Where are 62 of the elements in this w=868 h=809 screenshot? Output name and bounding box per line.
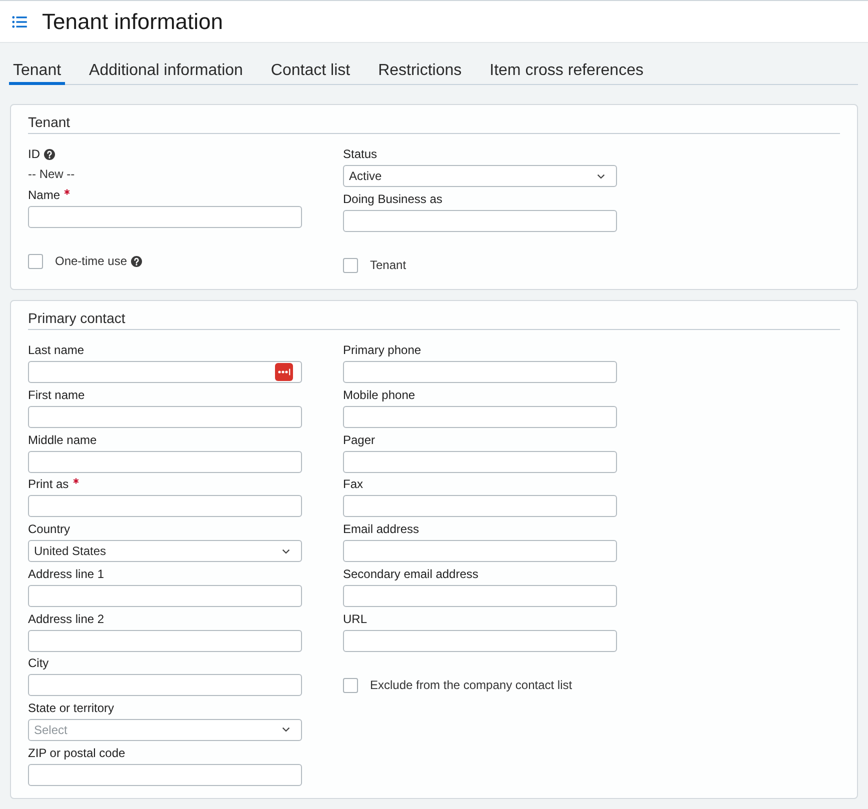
text-input[interactable] bbox=[28, 584, 302, 607]
field-value: -- New -- bbox=[28, 166, 75, 183]
field-label: Country bbox=[28, 522, 70, 538]
field-label: Name bbox=[28, 188, 60, 203]
text-input[interactable] bbox=[343, 406, 617, 428]
section-title: Tenant bbox=[28, 113, 72, 132]
field-label: Fax bbox=[343, 477, 364, 492]
text-input[interactable] bbox=[28, 450, 302, 473]
field-label: Middle name bbox=[28, 432, 97, 448]
field-label: Email address bbox=[343, 522, 420, 538]
text-input[interactable] bbox=[28, 630, 302, 652]
text-input[interactable] bbox=[28, 406, 302, 428]
checkbox[interactable] bbox=[343, 258, 358, 274]
checkbox-label: Tenant bbox=[370, 258, 406, 274]
text-input[interactable] bbox=[343, 540, 617, 562]
text-input[interactable] bbox=[343, 584, 617, 607]
menu-icon[interactable] bbox=[12, 16, 27, 28]
chevron-down-icon bbox=[282, 727, 290, 732]
help-icon[interactable] bbox=[44, 149, 55, 160]
field-label: Mobile phone bbox=[343, 388, 416, 404]
field-label: Address line 1 bbox=[28, 566, 104, 582]
field-label: Status bbox=[343, 147, 378, 162]
field-label: Last name bbox=[28, 343, 84, 358]
checkbox[interactable] bbox=[28, 254, 43, 270]
tab[interactable]: Tenant bbox=[9, 59, 66, 85]
chevron-down-icon bbox=[282, 548, 290, 554]
field-label: Secondary email address bbox=[343, 566, 478, 582]
checkbox-label: Exclude from the company contact list bbox=[370, 678, 572, 694]
field-label: First name bbox=[28, 388, 85, 404]
tab[interactable]: Item cross references bbox=[486, 59, 648, 85]
checkbox[interactable] bbox=[343, 678, 358, 694]
chevron-down-icon bbox=[597, 174, 605, 178]
field-label: ID bbox=[28, 147, 40, 162]
field-label: Doing Business as bbox=[343, 192, 442, 207]
text-input[interactable] bbox=[343, 210, 617, 232]
field-label: ZIP or postal code bbox=[28, 746, 126, 761]
text-input[interactable] bbox=[343, 495, 617, 518]
field-label: Pager bbox=[343, 432, 376, 448]
dropdown[interactable]: United States bbox=[28, 540, 302, 562]
page-title: Tenant information bbox=[42, 8, 223, 34]
text-input[interactable] bbox=[343, 361, 617, 384]
text-input[interactable] bbox=[28, 674, 302, 696]
dropdown[interactable]: Active bbox=[343, 165, 617, 187]
text-input[interactable] bbox=[28, 206, 302, 228]
text-input[interactable] bbox=[28, 495, 302, 518]
section-title: Primary contact bbox=[28, 309, 126, 328]
tab[interactable]: Additional information bbox=[85, 59, 247, 85]
text-input[interactable] bbox=[28, 361, 302, 384]
tab[interactable]: Restrictions bbox=[374, 59, 466, 85]
field-label: Print as bbox=[28, 477, 69, 492]
field-label: Address line 2 bbox=[28, 612, 104, 626]
field-label: Primary phone bbox=[343, 343, 422, 358]
text-input[interactable] bbox=[343, 630, 617, 652]
field-label: State or territory bbox=[28, 700, 114, 716]
field-label: City bbox=[28, 656, 49, 672]
text-input[interactable] bbox=[343, 450, 617, 473]
field-label: URL bbox=[343, 612, 368, 626]
checkbox-label: One-time use bbox=[55, 254, 128, 270]
text-input[interactable] bbox=[28, 764, 302, 786]
dots-icon[interactable] bbox=[275, 363, 293, 382]
help-icon[interactable] bbox=[131, 256, 142, 268]
tab[interactable]: Contact list bbox=[266, 59, 354, 85]
